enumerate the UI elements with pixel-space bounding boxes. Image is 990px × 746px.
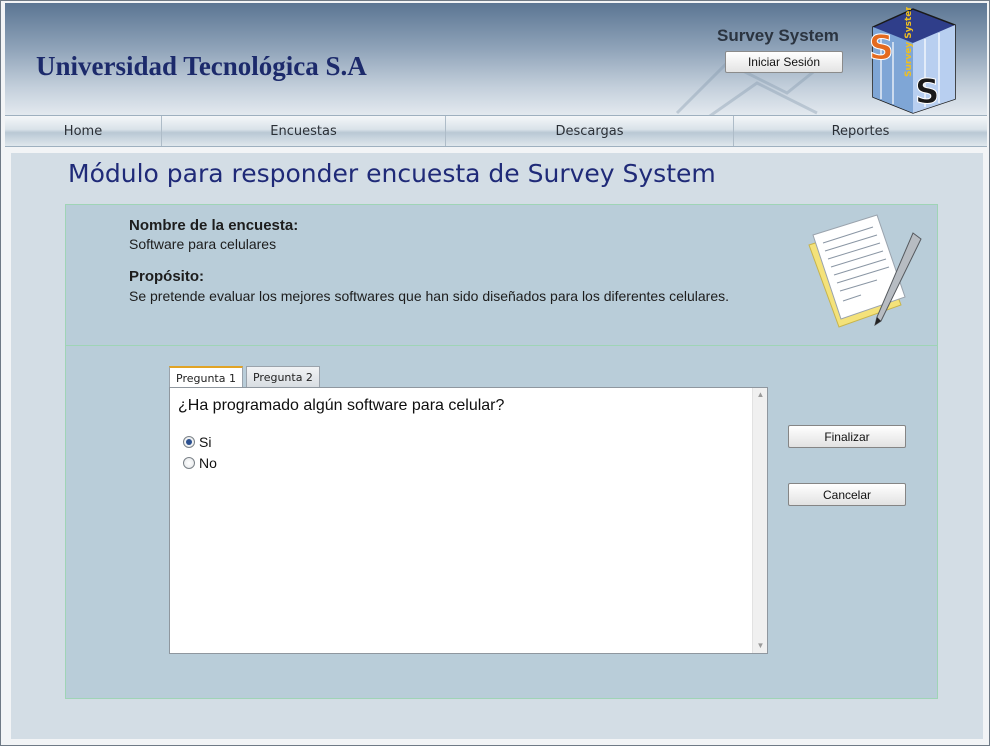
option-no[interactable]: No (183, 455, 217, 471)
page-title: Módulo para responder encuesta de Survey… (68, 159, 716, 188)
nav-item-home[interactable]: Home (5, 116, 162, 146)
header: Universidad Tecnológica S.A Survey Syste… (5, 3, 987, 115)
nav-item-descargas[interactable]: Descargas (446, 116, 734, 146)
nav-item-reportes[interactable]: Reportes (734, 116, 987, 146)
radio-si[interactable] (183, 436, 195, 448)
radio-no[interactable] (183, 457, 195, 469)
login-button[interactable]: Iniciar Sesión (725, 51, 843, 73)
svg-text:S: S (915, 72, 940, 112)
survey-name-label: Nombre de la encuesta: (129, 217, 299, 234)
scroll-up-icon[interactable]: ▲ (753, 388, 768, 402)
document-pen-icon (808, 214, 922, 328)
vertical-scrollbar[interactable]: ▲ ▼ (752, 388, 767, 653)
question-text: ¿Ha programado algún software para celul… (178, 397, 505, 414)
survey-info-panel: Nombre de la encuesta: Software para cel… (65, 204, 938, 346)
question-panel: Pregunta 1 Pregunta 2 ¿Ha programado alg… (65, 346, 938, 699)
scroll-down-icon[interactable]: ▼ (753, 639, 768, 653)
svg-text:Survey System: Survey System (904, 7, 914, 77)
survey-name-value: Software para celulares (129, 236, 277, 252)
site-title: Universidad Tecnológica S.A (36, 51, 367, 81)
option-no-label[interactable]: No (199, 455, 217, 471)
question-content: ¿Ha programado algún software para celul… (169, 387, 768, 654)
cancel-button[interactable]: Cancelar (788, 483, 906, 506)
tab-pregunta-1[interactable]: Pregunta 1 (169, 366, 243, 388)
content-area: Módulo para responder encuesta de Survey… (11, 153, 983, 739)
survey-purpose-label: Propósito: (129, 268, 204, 285)
browser-frame: Universidad Tecnológica S.A Survey Syste… (0, 0, 990, 746)
svg-text:S: S (869, 28, 894, 68)
option-si-label[interactable]: Si (199, 434, 211, 450)
question-tabs: Pregunta 1 Pregunta 2 (169, 366, 323, 388)
tab-pregunta-2[interactable]: Pregunta 2 (245, 366, 320, 387)
survey-purpose-value: Se pretende evaluar los mejores software… (129, 288, 730, 304)
finish-button[interactable]: Finalizar (788, 425, 906, 448)
survey-system-logo: S S Survey System (869, 7, 956, 114)
nav-item-encuestas[interactable]: Encuestas (162, 116, 446, 146)
main-navigation: Home Encuestas Descargas Reportes (5, 115, 987, 147)
brand-label: Survey System (717, 26, 839, 45)
option-si[interactable]: Si (183, 434, 211, 450)
